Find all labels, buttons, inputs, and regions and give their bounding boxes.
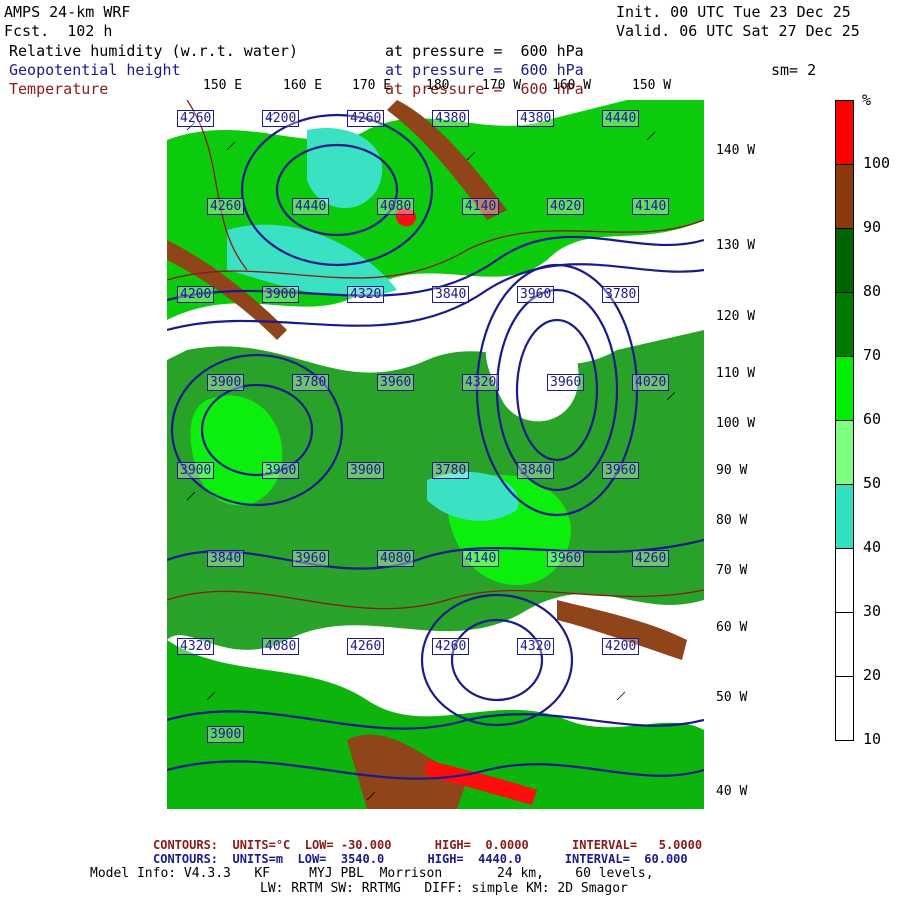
height-contour-label: 3900 bbox=[177, 462, 215, 479]
smoothing-label: sm= 2 bbox=[771, 61, 817, 79]
colorbar-segment bbox=[835, 228, 854, 293]
height-contour-label: 4140 bbox=[462, 550, 500, 567]
height-contour-label: 3840 bbox=[432, 286, 470, 303]
height-contour-label: 4440 bbox=[292, 198, 330, 215]
lat-label: 70 W bbox=[716, 563, 748, 578]
height-contour-label: 4440 bbox=[602, 110, 640, 127]
colorbar-tick-label: 70 bbox=[863, 346, 882, 364]
colorbar-segment bbox=[835, 164, 854, 229]
height-contour-label: 3780 bbox=[432, 462, 470, 479]
colorbar-tick-label: 50 bbox=[863, 474, 882, 492]
model-info-line1: Model Info: V4.3.3 KF MYJ PBL Morrison 2… bbox=[90, 866, 654, 881]
lat-label: 50 W bbox=[716, 690, 748, 705]
height-contour-label: 4380 bbox=[432, 110, 470, 127]
colorbar-segment bbox=[835, 548, 854, 613]
colorbar-segment bbox=[835, 484, 854, 549]
lat-label: 120 W bbox=[716, 309, 756, 324]
height-contour-label: 4320 bbox=[177, 638, 215, 655]
height-contour-label: 3960 bbox=[377, 374, 415, 391]
colorbar-segment bbox=[835, 292, 854, 357]
colorbar-segment bbox=[835, 420, 854, 485]
lon-label: 160 E bbox=[283, 78, 323, 93]
height-contour-label: 4200 bbox=[177, 286, 215, 303]
lat-label: 40 W bbox=[716, 784, 748, 799]
colorbar-unit: % bbox=[862, 91, 872, 109]
lon-label: 170 E bbox=[352, 78, 392, 93]
height-contour-label: 4260 bbox=[207, 198, 245, 215]
height-contour-label: 4080 bbox=[377, 198, 415, 215]
height-contour-label: 4020 bbox=[547, 198, 585, 215]
field-height-level: at pressure = 600 hPa bbox=[385, 61, 584, 79]
height-contour-label: 4140 bbox=[462, 198, 500, 215]
lat-label: 100 W bbox=[716, 416, 756, 431]
colorbar-tick-label: 80 bbox=[863, 282, 882, 300]
height-contour-label: 3900 bbox=[207, 726, 245, 743]
height-contour-label: 3960 bbox=[602, 462, 640, 479]
lon-label: 180 bbox=[426, 78, 450, 93]
colorbar-tick-label: 100 bbox=[863, 154, 891, 172]
colorbar-segment bbox=[835, 676, 854, 741]
height-contour-label: 3780 bbox=[292, 374, 330, 391]
lat-label: 90 W bbox=[716, 463, 748, 478]
field-rh-level: at pressure = 600 hPa bbox=[385, 42, 584, 60]
height-contour-label: 3900 bbox=[347, 462, 385, 479]
model-title: AMPS 24-km WRF bbox=[4, 3, 131, 21]
temperature-contour-info: CONTOURS: UNITS=°C LOW= -30.000 HIGH= 0.… bbox=[153, 838, 703, 852]
height-contour-label: 4260 bbox=[347, 110, 385, 127]
height-contour-label: 4080 bbox=[377, 550, 415, 567]
height-contour-label: 4320 bbox=[347, 286, 385, 303]
height-contour-label: 4260 bbox=[632, 550, 670, 567]
height-contour-label: 3780 bbox=[602, 286, 640, 303]
forecast-hour: Fcst. 102 h bbox=[4, 22, 113, 40]
height-contour-label: 3900 bbox=[262, 286, 300, 303]
colorbar-tick-label: 30 bbox=[863, 602, 882, 620]
height-contour-label: 4380 bbox=[517, 110, 555, 127]
height-contour-label: 4020 bbox=[632, 374, 670, 391]
height-contour-label: 4200 bbox=[262, 110, 300, 127]
lon-label: 150 E bbox=[203, 78, 243, 93]
colorbar-tick-label: 40 bbox=[863, 538, 882, 556]
field-rh-label: Relative humidity (w.r.t. water) bbox=[9, 42, 298, 60]
lon-label: 150 W bbox=[632, 78, 672, 93]
colorbar-tick-label: 10 bbox=[863, 730, 882, 748]
lat-label: 80 W bbox=[716, 513, 748, 528]
field-height-label: Geopotential height bbox=[9, 61, 181, 79]
colorbar-tick-label: 60 bbox=[863, 410, 882, 428]
height-contour-label: 4320 bbox=[517, 638, 555, 655]
map-graphic bbox=[167, 100, 704, 809]
colorbar-tick-label: 20 bbox=[863, 666, 882, 684]
height-contour-label: 3960 bbox=[517, 286, 555, 303]
height-contour-label: 4320 bbox=[462, 374, 500, 391]
lat-label: 140 W bbox=[716, 143, 756, 158]
height-contour-label: 3840 bbox=[207, 550, 245, 567]
height-contour-label: 4260 bbox=[432, 638, 470, 655]
valid-time: Valid. 06 UTC Sat 27 Dec 25 bbox=[616, 22, 860, 40]
lon-label: 160 W bbox=[552, 78, 592, 93]
height-contour-info: CONTOURS: UNITS=m LOW= 3540.0 HIGH= 4440… bbox=[153, 852, 688, 866]
height-contour-label: 4140 bbox=[632, 198, 670, 215]
colorbar-tick-label: 90 bbox=[863, 218, 882, 236]
height-contour-label: 4260 bbox=[177, 110, 215, 127]
forecast-map: 4260 4200 4260 4380 4380 4440 4260 4440 4080 4140… bbox=[167, 100, 704, 809]
lat-label: 60 W bbox=[716, 620, 748, 635]
colorbar-segment bbox=[835, 612, 854, 677]
height-contour-label: 3960 bbox=[292, 550, 330, 567]
height-contour-label: 3960 bbox=[547, 374, 585, 391]
colorbar-segment bbox=[835, 100, 854, 165]
lat-label: 130 W bbox=[716, 238, 756, 253]
lon-label: 170 W bbox=[482, 78, 522, 93]
height-contour-label: 3900 bbox=[207, 374, 245, 391]
colorbar-segment bbox=[835, 356, 854, 421]
field-temp-label: Temperature bbox=[9, 80, 109, 98]
height-contour-label: 3960 bbox=[547, 550, 585, 567]
height-contour-label: 4260 bbox=[347, 638, 385, 655]
height-contour-label: 4200 bbox=[602, 638, 640, 655]
lat-label: 110 W bbox=[716, 366, 756, 381]
height-contour-label: 3960 bbox=[262, 462, 300, 479]
height-contour-label: 3840 bbox=[517, 462, 555, 479]
init-time: Init. 00 UTC Tue 23 Dec 25 bbox=[616, 3, 851, 21]
height-contour-label: 4080 bbox=[262, 638, 300, 655]
model-info-line2: LW: RRTM SW: RRTMG DIFF: simple KM: 2D S… bbox=[260, 881, 628, 896]
